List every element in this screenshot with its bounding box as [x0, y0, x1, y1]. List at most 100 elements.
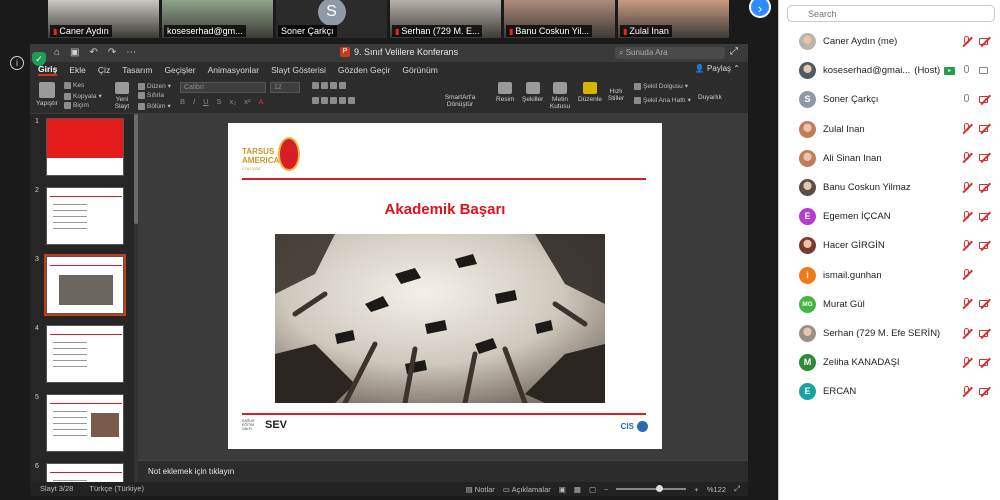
quick-styles-button[interactable]: Hızlı Stiller — [604, 88, 628, 102]
ribbon-tab[interactable]: Slayt Gösterisi — [271, 65, 326, 75]
textbox-button[interactable]: Metin Kutusu — [548, 82, 572, 110]
font-size-select[interactable]: 12 — [270, 82, 300, 93]
camera-off-icon[interactable] — [979, 298, 991, 310]
home-icon[interactable]: ⌂ — [54, 47, 60, 58]
participant-row[interactable]: Zulal Inan — [779, 115, 1000, 144]
format-painter-button[interactable]: Biçim — [64, 102, 89, 109]
shape-fill-button[interactable]: Şekil Dolgusu ▾ — [634, 82, 688, 90]
mic-muted-icon[interactable] — [961, 298, 973, 310]
mic-muted-icon[interactable] — [961, 152, 973, 164]
current-slide[interactable]: TARSUS AMERICAN COLLEGE Akademik Başarı — [228, 123, 662, 449]
slide-thumbnail[interactable] — [46, 187, 124, 245]
font-name-select[interactable]: Calibri — [180, 82, 266, 93]
redo-icon[interactable]: ↷ — [108, 47, 116, 58]
video-tile[interactable]: ▮ Zulal Inan — [618, 0, 729, 38]
mic-muted-icon[interactable] — [961, 181, 973, 194]
more-icon[interactable]: ⋯ — [126, 47, 136, 58]
cut-button[interactable]: Kes — [64, 82, 84, 89]
participant-search-input[interactable] — [787, 5, 995, 22]
mic-muted-icon[interactable] — [961, 210, 973, 223]
smartart-button[interactable]: SmartArt'a Dönüştür — [440, 94, 480, 108]
participant-row[interactable]: i ismail.gunhan — [779, 261, 1000, 290]
mic-muted-icon[interactable] — [961, 385, 973, 398]
video-tile[interactable]: S Soner Çarkçı — [276, 0, 387, 38]
superscript-icon[interactable]: x² — [244, 97, 250, 106]
comments-toggle[interactable]: ▭ Açıklamalar — [503, 485, 551, 494]
ribbon-tab[interactable]: Görünüm — [402, 65, 437, 75]
camera-off-icon[interactable] — [979, 328, 991, 340]
participant-row[interactable]: S Soner Çarkçı — [779, 85, 1000, 114]
mic-muted-icon[interactable] — [961, 327, 973, 340]
mic-muted-icon[interactable] — [961, 123, 973, 135]
zoom-out-icon[interactable]: − — [604, 485, 608, 494]
camera-off-icon[interactable] — [979, 386, 991, 398]
shape-outline-button[interactable]: Şekil Ana Hattı ▾ — [634, 96, 691, 104]
arrange-button[interactable]: Düzenle — [578, 82, 602, 103]
video-tile[interactable]: ▮ Banu Coskun Yil... — [504, 0, 615, 38]
paste-button[interactable]: Yapıştır — [36, 82, 58, 107]
camera-off-icon[interactable] — [979, 36, 991, 48]
camera-off-icon[interactable] — [979, 182, 991, 194]
mic-muted-icon[interactable] — [961, 35, 973, 48]
ribbon-tab[interactable]: Çiz — [98, 65, 110, 75]
camera-off-icon[interactable] — [979, 211, 991, 223]
ribbon-tab[interactable]: Animasyonlar — [208, 65, 260, 75]
search-presentation-input[interactable]: ⌕ Sunuda Ara — [615, 47, 725, 59]
zoom-level[interactable]: %122 — [707, 485, 726, 494]
ribbon-tab[interactable]: Tasarım — [122, 65, 152, 75]
underline-icon[interactable]: U — [203, 97, 208, 106]
slide-thumbnail[interactable] — [46, 394, 124, 452]
mic-muted-icon[interactable] — [961, 269, 973, 281]
mic-icon[interactable] — [961, 64, 971, 77]
new-slide-button[interactable]: Yeni Slayt — [110, 82, 134, 110]
participant-row[interactable]: Hacer GİRGİN — [779, 231, 1000, 260]
fit-slide-icon[interactable]: ⤢ — [734, 484, 740, 494]
participant-row[interactable]: koseserhad@gmai... (Host) ▸ — [779, 56, 1000, 85]
copy-button[interactable]: Kopyala ▾ — [64, 92, 102, 100]
designer-button[interactable]: Duyarlık — [698, 94, 722, 101]
normal-view-icon[interactable]: ▣ — [559, 485, 566, 494]
slide-thumbnail[interactable] — [44, 254, 126, 316]
participant-row[interactable]: M Zeliha KANADAŞI — [779, 348, 1000, 377]
bullets-icon[interactable] — [312, 82, 346, 89]
zoom-slider[interactable] — [616, 485, 687, 492]
video-tile[interactable]: koseserhad@gm... — [162, 0, 273, 38]
camera-off-icon[interactable] — [979, 240, 991, 252]
video-tile[interactable]: ▮ Caner Aydın — [48, 0, 159, 38]
share-button[interactable]: 👤 Paylaş ⌃ — [695, 64, 740, 73]
slide-thumbnail[interactable] — [46, 325, 124, 383]
undo-icon[interactable]: ↶ — [90, 47, 98, 58]
strike-icon[interactable]: S — [217, 97, 222, 106]
zoom-slider-knob[interactable] — [656, 485, 664, 492]
layout-button[interactable]: Düzen ▾ — [138, 82, 171, 90]
fullscreen-icon[interactable]: ⤢ — [730, 46, 738, 57]
participant-row[interactable]: Banu Coskun Yilmaz — [779, 173, 1000, 202]
slide-thumbnail[interactable] — [46, 463, 124, 482]
bold-icon[interactable]: B — [180, 97, 185, 106]
save-icon[interactable]: ▣ — [70, 47, 79, 58]
sorter-view-icon[interactable]: ▦ — [574, 485, 581, 494]
video-tile[interactable]: ▮ Serhan (729 M. E... — [390, 0, 501, 38]
font-color-icon[interactable]: A — [258, 97, 263, 106]
participant-row[interactable]: E ERCAN — [779, 377, 1000, 406]
participant-row[interactable]: Ali Sinan Inan — [779, 144, 1000, 173]
ribbon-tab[interactable]: Geçişler — [164, 65, 195, 75]
italic-icon[interactable]: I — [193, 97, 195, 106]
notes-toggle[interactable]: ▤ Notlar — [466, 485, 495, 494]
reset-button[interactable]: Sıfırla — [138, 92, 164, 99]
participant-row[interactable]: Caner Aydın (me) — [779, 27, 1000, 56]
info-icon[interactable]: i — [10, 56, 24, 70]
next-page-button[interactable]: › — [749, 0, 771, 18]
camera-off-icon[interactable] — [979, 94, 991, 106]
align-icon[interactable] — [312, 97, 355, 104]
ribbon-tab[interactable]: Giriş — [38, 64, 58, 76]
participant-row[interactable]: E Egemen İÇCAN — [779, 202, 1000, 231]
mic-icon[interactable] — [961, 93, 971, 106]
camera-off-icon[interactable] — [979, 152, 991, 164]
slide-thumbnail[interactable] — [46, 118, 124, 176]
camera-icon[interactable] — [979, 65, 991, 77]
zoom-in-icon[interactable]: + — [694, 485, 698, 494]
ribbon-tab[interactable]: Ekle — [69, 65, 86, 75]
mic-muted-icon[interactable] — [961, 239, 973, 252]
language-indicator[interactable]: Türkçe (Türkiye) — [89, 484, 144, 493]
